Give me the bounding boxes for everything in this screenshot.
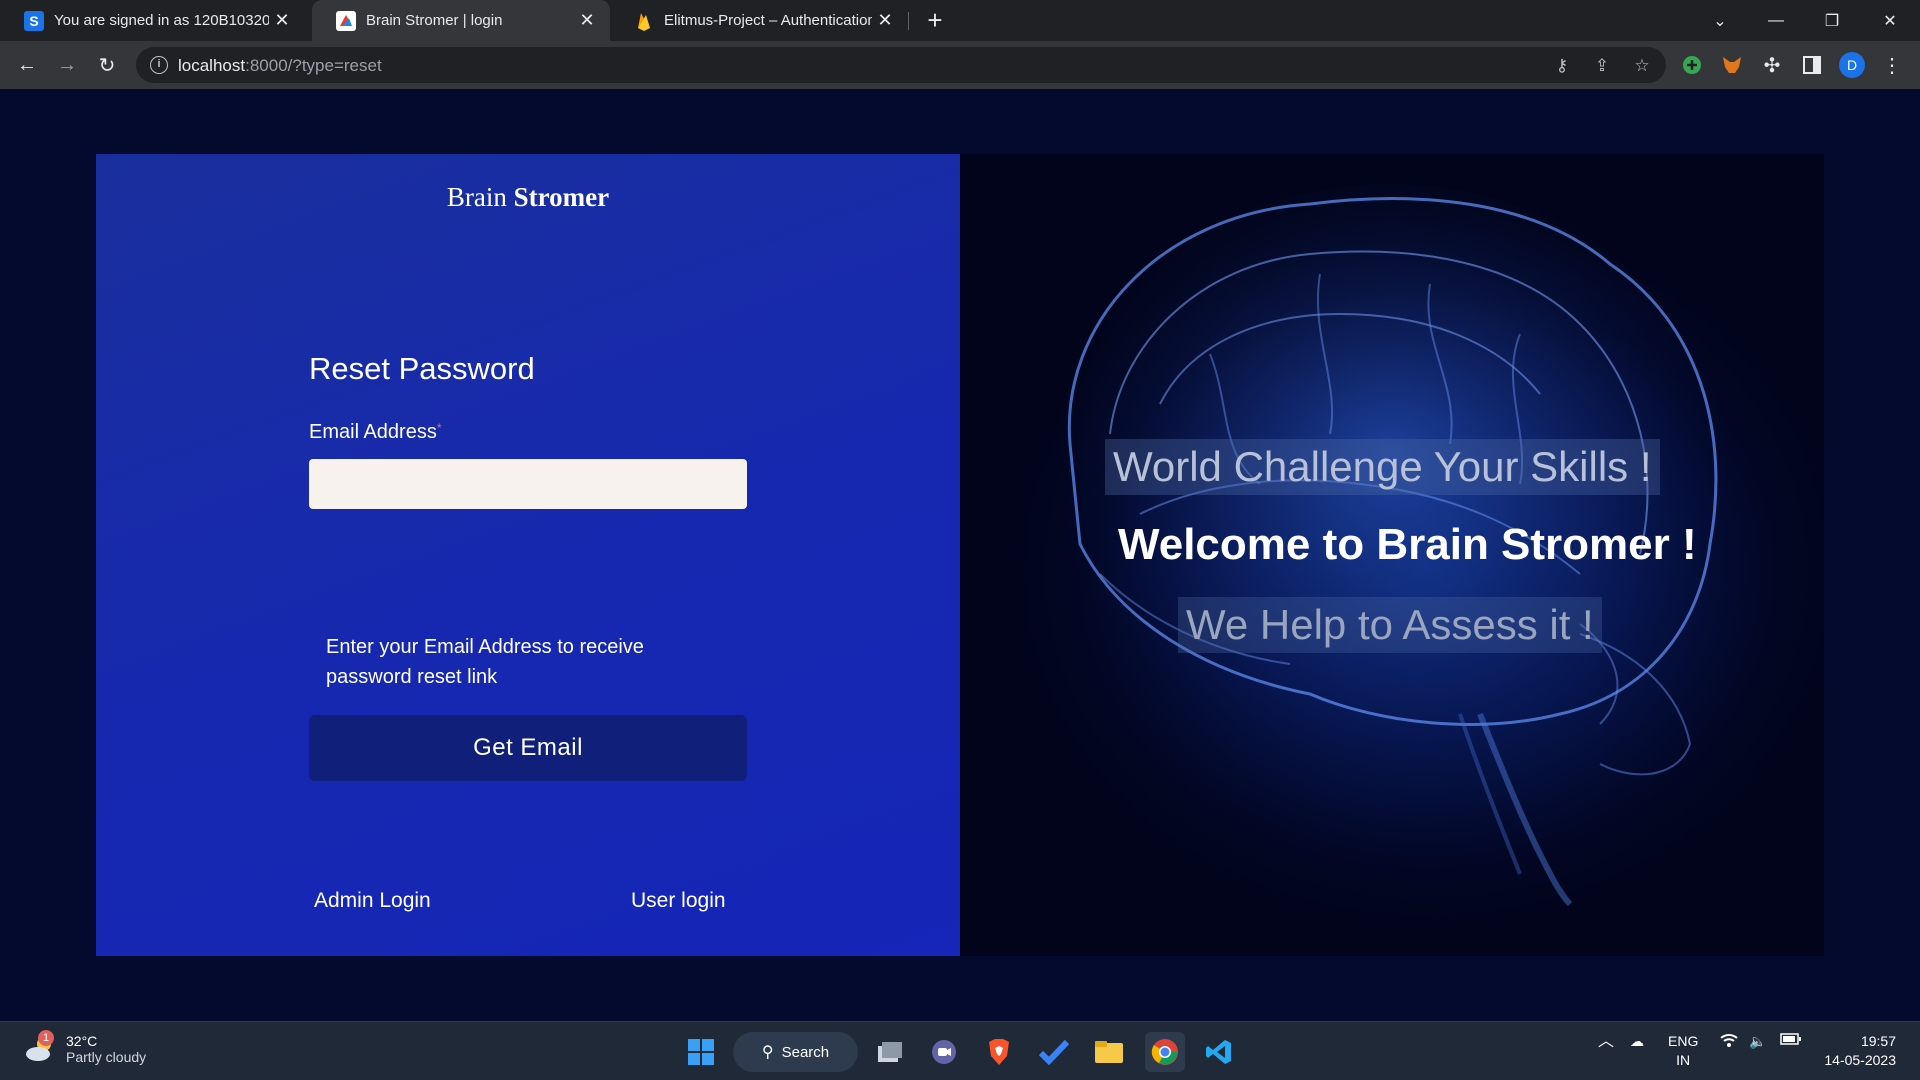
browser-tab-bar: S You are signed in as 120B10320 ✕ Brain… [0,0,1920,41]
forward-icon[interactable]: → [51,49,83,81]
email-field[interactable] [309,459,747,509]
taskbar-search-button[interactable]: ⚲ Search [733,1032,858,1072]
close-icon[interactable]: ✕ [872,10,898,31]
clock-time: 19:57 [1860,1033,1896,1049]
tab-search-chevron-icon[interactable]: ⌄ [1692,0,1748,41]
back-icon[interactable]: ← [11,49,43,81]
lang-top: ENG [1668,1033,1699,1049]
url-path: :8000/?type=reset [245,56,382,75]
tab-elitmus[interactable]: Elitmus-Project – Authentication ✕ [610,0,908,41]
required-mark: * [436,421,442,435]
taskbar: 1 32°C Partly cloudy ⚲ Search ︿ ☁ ENG IN [0,1021,1920,1080]
reset-hint-text: Enter your Email Address to receive pass… [326,636,644,688]
weather-badge: 1 [38,1030,54,1046]
brand-first: Brain [446,182,507,212]
search-label: Search [781,1043,830,1061]
tab-separator [908,12,909,30]
profile-initial: D [1839,52,1865,78]
file-explorer-icon[interactable] [1089,1032,1129,1072]
tab-brain-stromer[interactable]: Brain Stromer | login ✕ [312,0,610,41]
profile-avatar[interactable]: D [1836,49,1868,81]
weather-temp: 32°C [66,1033,98,1049]
tab-title: Elitmus-Project – Authentication [664,12,872,29]
url-host: localhost [178,56,246,75]
search-icon: ⚲ [761,1044,774,1061]
teams-chat-icon[interactable] [924,1032,964,1072]
weather-widget[interactable]: 1 32°C Partly cloudy [24,1030,147,1066]
brave-browser-icon[interactable] [979,1032,1019,1072]
reset-form-panel: Brain Stromer Reset Password Email Addre… [96,154,960,956]
brain-icon [336,10,356,31]
firebase-icon [634,11,654,31]
minimize-icon[interactable]: — [1748,0,1804,41]
lang-bottom: IN [1676,1052,1691,1068]
tagline-challenge: World Challenge Your Skills ! [1105,439,1660,495]
windows-start-icon[interactable] [681,1032,721,1072]
metamask-fox-icon[interactable] [1716,49,1748,81]
weather-desc: Partly cloudy [66,1049,147,1065]
admin-login-link[interactable]: Admin Login [314,889,431,913]
window-close-icon[interactable]: ✕ [1862,0,1918,41]
brand-logo: Brain Stromer [96,182,960,213]
reload-icon[interactable]: ↻ [91,49,123,81]
tray-chevron-icon[interactable]: ︿ [1598,1032,1614,1051]
star-icon[interactable]: ☆ [1630,54,1654,78]
wifi-icon[interactable] [1720,1032,1738,1053]
puzzle-icon[interactable]: ✣ [1756,49,1788,81]
new-tab-button[interactable]: + [920,4,950,36]
language-indicator[interactable]: ENG IN [1668,1032,1698,1070]
brand-second: Stromer [513,182,610,212]
clock-date: 14-05-2023 [1824,1052,1896,1068]
menu-dots-icon[interactable]: ⋮ [1876,49,1908,81]
email-label: Email Address* [309,421,442,444]
get-email-button[interactable]: Get Email [309,715,747,781]
s-icon: S [24,10,44,31]
tab-title: Brain Stromer | login [366,12,503,29]
tab-title: You are signed in as 120B10320 [54,12,269,29]
onedrive-offline-icon[interactable]: ☁ [1630,1032,1644,1051]
key-icon[interactable]: ⚷ [1550,54,1574,78]
site-info-icon[interactable]: i [150,56,168,74]
page-body: Brain Stromer Reset Password Email Addre… [0,89,1920,1021]
user-login-link[interactable]: User login [631,889,726,913]
browser-toolbar: ← → ↻ i localhost:8000/?type=reset ⚷ ⇪ ☆… [0,41,1920,89]
tab-signed-in[interactable]: S You are signed in as 120B10320 ✕ [0,0,305,41]
address-bar[interactable]: i localhost:8000/?type=reset ⚷ ⇪ ☆ [136,47,1666,83]
share-icon[interactable]: ⇪ [1590,54,1614,78]
tagline-welcome: Welcome to Brain Stromer ! [1118,520,1697,569]
brain-hero-panel: World Challenge Your Skills ! Welcome to… [960,154,1824,956]
url-text[interactable]: localhost:8000/?type=reset [178,56,382,76]
restore-icon[interactable]: ❐ [1804,0,1860,41]
chrome-icon[interactable] [1145,1032,1185,1072]
extension-green-icon[interactable] [1676,49,1708,81]
battery-icon[interactable] [1780,1032,1802,1051]
close-icon[interactable]: ✕ [574,10,600,31]
volume-icon[interactable]: 🔈 [1749,1032,1766,1051]
tagline-assess: We Help to Assess it ! [1178,597,1602,653]
task-view-icon[interactable] [870,1032,910,1072]
partly-cloudy-icon: 1 [24,1030,58,1066]
email-label-text: Email Address [309,421,437,443]
page-title: Reset Password [309,351,535,386]
todo-check-icon[interactable] [1034,1032,1074,1072]
clock[interactable]: 19:57 14-05-2023 [1820,1032,1896,1070]
side-panel-icon[interactable] [1796,49,1828,81]
close-icon[interactable]: ✕ [269,10,295,31]
vscode-icon[interactable] [1199,1032,1239,1072]
